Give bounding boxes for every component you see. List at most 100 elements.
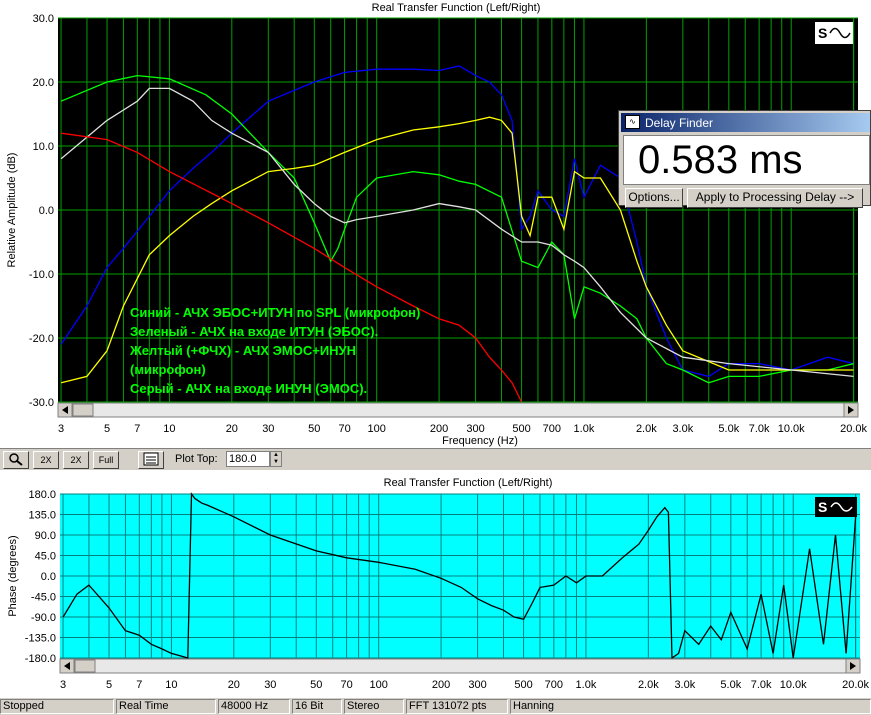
x-tick-label: 20.0k <box>840 423 867 435</box>
x-tick-label: 30 <box>262 423 274 435</box>
x-tick-label: 3 <box>60 679 66 691</box>
magnitude-chart-title: Real Transfer Function (Left/Right) <box>372 2 541 14</box>
delay-finder-titlebar[interactable]: ∿ Delay Finder <box>621 113 870 132</box>
x-tick-label: 200 <box>432 679 450 691</box>
x-tick-label: 2.0k <box>638 679 659 691</box>
x-tick-label: 3.0k <box>674 679 695 691</box>
x-tick-label: 70 <box>338 423 350 435</box>
status-sample-rate: 48000 Hz <box>218 699 290 714</box>
phase-horizontal-scrollbar[interactable] <box>59 658 861 674</box>
magnitude-horizontal-scrollbar[interactable] <box>57 402 859 418</box>
x-tick-label: 10.0k <box>780 679 807 691</box>
x-tick-label: 300 <box>466 423 484 435</box>
y-tick-label: 20.0 <box>33 77 54 89</box>
y-tick-label: 0.0 <box>41 571 56 583</box>
magnitude-chart-panel: Real Transfer Function (Left/Right) 30.0… <box>0 0 871 448</box>
y-tick-label: -180.0 <box>25 653 56 665</box>
spin-up-icon[interactable]: ▲ <box>271 452 281 459</box>
plot-top-label: Plot Top: <box>175 453 218 465</box>
magnitude-x-ticks: 3 5 7 10 20 30 50 70 100 200 300 500 700 1.0k 2.0k 3.0k… <box>58 423 868 435</box>
phase-y-axis-label: Phase (degrees) <box>7 535 19 616</box>
x-tick-label: 7 <box>134 423 140 435</box>
y-tick-label: 0.0 <box>39 205 54 217</box>
magnitude-chart: Real Transfer Function (Left/Right) 30.0… <box>6 2 868 447</box>
x-tick-label: 5.0k <box>720 679 741 691</box>
status-fft: FFT 131072 pts <box>406 699 508 714</box>
status-mode: Real Time <box>116 699 216 714</box>
y-tick-label: -10.0 <box>29 269 54 281</box>
zoom-button[interactable] <box>3 451 29 469</box>
phase-chart-title: Real Transfer Function (Left/Right) <box>384 477 553 489</box>
delay-finder-title: Delay Finder <box>645 116 714 130</box>
delay-finder-window[interactable]: ∿ Delay Finder 0.583 ms Options... Apply… <box>618 110 871 208</box>
x-tick-label: 500 <box>512 423 530 435</box>
zoom-full-button[interactable]: Full <box>93 451 119 469</box>
x-tick-label: 10 <box>165 679 177 691</box>
magnitude-y-ticks: 30.0 20.0 10.0 0.0 -10.0 -20.0 -30.0 <box>29 13 54 409</box>
annotation-line-yellow: Желтый (+ФЧХ) - АЧХ ЭМОС+ИНУН <box>129 343 356 358</box>
x-tick-label: 10 <box>163 423 175 435</box>
status-state: Stopped <box>0 699 114 714</box>
x-tick-label: 100 <box>370 679 388 691</box>
x-tick-label: 200 <box>430 423 448 435</box>
y-tick-label: 90.0 <box>35 530 56 542</box>
svg-text:S: S <box>818 499 827 515</box>
x-tick-label: 5.0k <box>718 423 739 435</box>
zoom-out-2x-button[interactable]: 2X <box>63 451 89 469</box>
magnifier-icon <box>9 453 23 466</box>
y-tick-label: 10.0 <box>33 141 54 153</box>
x-tick-label: 300 <box>468 679 486 691</box>
status-bit-depth: 16 Bit <box>292 699 342 714</box>
annotation-line-yellow-cont: (микрофон) <box>130 362 206 377</box>
annotation-line-green: Зеленый - АЧХ на входе ИТУН (ЭБОС). <box>130 324 378 339</box>
magnitude-x-axis-label: Frequency (Hz) <box>442 435 518 447</box>
x-tick-label: 70 <box>340 679 352 691</box>
x-tick-label: 500 <box>514 679 532 691</box>
x-tick-label: 10.0k <box>778 423 805 435</box>
plot-top-input[interactable] <box>226 451 270 467</box>
waveform-icon: ∿ <box>625 115 640 129</box>
options-button[interactable]: Options... <box>625 188 683 208</box>
grid-settings-icon <box>143 452 159 466</box>
status-bar: Stopped Real Time 48000 Hz 16 Bit Stereo… <box>0 698 871 715</box>
x-tick-label: 50 <box>308 423 320 435</box>
y-tick-label: -20.0 <box>29 333 54 345</box>
display-settings-button[interactable] <box>138 451 164 469</box>
phase-sa-logo-icon: S <box>815 497 857 517</box>
annotation-line-gray: Серый - АЧХ на входе ИНУН (ЭМОС). <box>130 381 367 396</box>
x-tick-label: 20 <box>228 679 240 691</box>
zoom-in-2x-button[interactable]: 2X <box>33 451 59 469</box>
x-tick-label: 20.0k <box>842 679 869 691</box>
x-tick-label: 100 <box>368 423 386 435</box>
y-tick-label: -30.0 <box>29 397 54 409</box>
phase-x-ticks: 3 5 7 10 20 30 50 70 100 200 300 500 700 1.0k 2.0k 3.0k… <box>60 679 870 691</box>
y-tick-label: 180.0 <box>28 489 56 501</box>
x-tick-label: 3 <box>58 423 64 435</box>
x-tick-label: 7 <box>136 679 142 691</box>
apply-processing-delay-button[interactable]: Apply to Processing Delay --> <box>687 188 863 208</box>
y-tick-label: 30.0 <box>33 13 54 25</box>
x-tick-label: 30 <box>264 679 276 691</box>
scroll-thumb[interactable] <box>72 403 94 417</box>
x-tick-label: 1.0k <box>576 679 597 691</box>
plot-top-spinner[interactable]: ▲ ▼ <box>270 451 282 467</box>
y-tick-label: -90.0 <box>31 612 56 624</box>
sa-logo-icon: S <box>815 22 853 44</box>
x-tick-label: 1.0k <box>574 423 595 435</box>
x-tick-label: 7.0k <box>749 423 770 435</box>
plot-toolbar: 2X 2X Full Plot Top: ▲ ▼ <box>0 448 871 470</box>
x-tick-label: 700 <box>543 423 561 435</box>
phase-chart: Real Transfer Function (Left/Right) 180.… <box>7 477 870 691</box>
spin-down-icon[interactable]: ▼ <box>271 459 281 466</box>
x-tick-label: 2.0k <box>636 423 657 435</box>
magnitude-y-axis-label: Relative Amplitude (dB) <box>6 153 18 268</box>
x-tick-label: 700 <box>545 679 563 691</box>
x-tick-label: 20 <box>226 423 238 435</box>
x-tick-label: 7.0k <box>751 679 772 691</box>
y-tick-label: -45.0 <box>31 592 56 604</box>
status-window: Hanning <box>510 699 871 714</box>
phase-scroll-thumb[interactable] <box>74 659 96 673</box>
delay-value-display: 0.583 ms <box>623 135 870 185</box>
x-tick-label: 5 <box>106 679 112 691</box>
x-tick-label: 5 <box>104 423 110 435</box>
